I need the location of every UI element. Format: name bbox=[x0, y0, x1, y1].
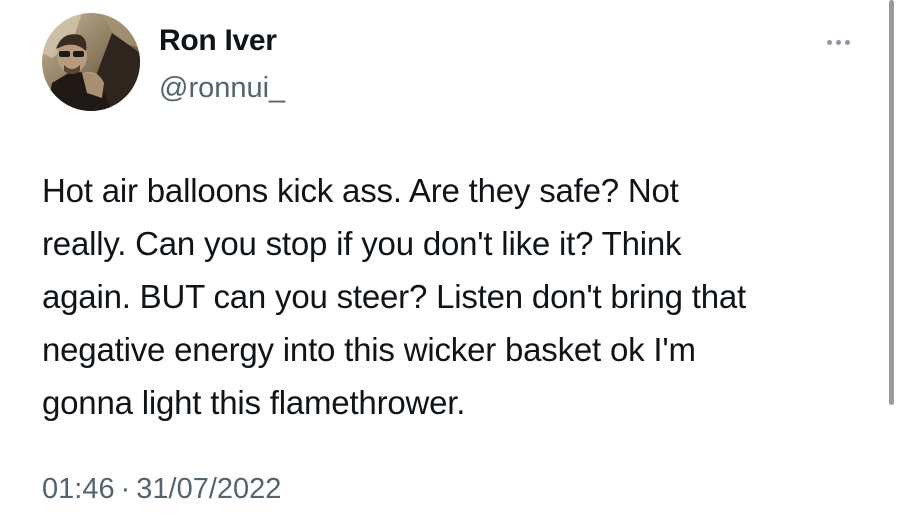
tweet-text: Hot air balloons kick ass. Are they safe… bbox=[42, 164, 862, 429]
more-horizontal-icon bbox=[844, 39, 850, 45]
tweet-date: 31/07/2022 bbox=[136, 473, 282, 505]
author-handle[interactable]: @ronnui_ bbox=[159, 72, 285, 105]
tweet-text-line: Hot air balloons kick ass. Are they safe… bbox=[42, 172, 679, 209]
tweet-time: 01:46 bbox=[42, 473, 115, 505]
tweet-timestamp[interactable]: 01:46 · 31/07/2022 bbox=[42, 473, 281, 506]
author-display-name[interactable]: Ron Iver bbox=[159, 24, 277, 58]
profile-photo-icon bbox=[42, 13, 140, 111]
tweet-text-line: negative energy into this wicker basket … bbox=[42, 331, 696, 368]
tweet-text-line: again. BUT can you steer? Listen don't b… bbox=[42, 278, 747, 315]
scrollbar[interactable] bbox=[889, 0, 894, 405]
more-horizontal-icon bbox=[826, 39, 832, 45]
tweet-card: Ron Iver @ronnui_ Hot air balloons kick … bbox=[0, 0, 900, 530]
more-horizontal-icon bbox=[835, 39, 841, 45]
timestamp-separator: · bbox=[120, 473, 131, 505]
avatar[interactable] bbox=[42, 13, 140, 111]
more-options-button[interactable] bbox=[818, 30, 858, 54]
tweet-text-line: really. Can you stop if you don't like i… bbox=[42, 225, 682, 262]
tweet-text-line: gonna light this flamethrower. bbox=[42, 384, 466, 421]
